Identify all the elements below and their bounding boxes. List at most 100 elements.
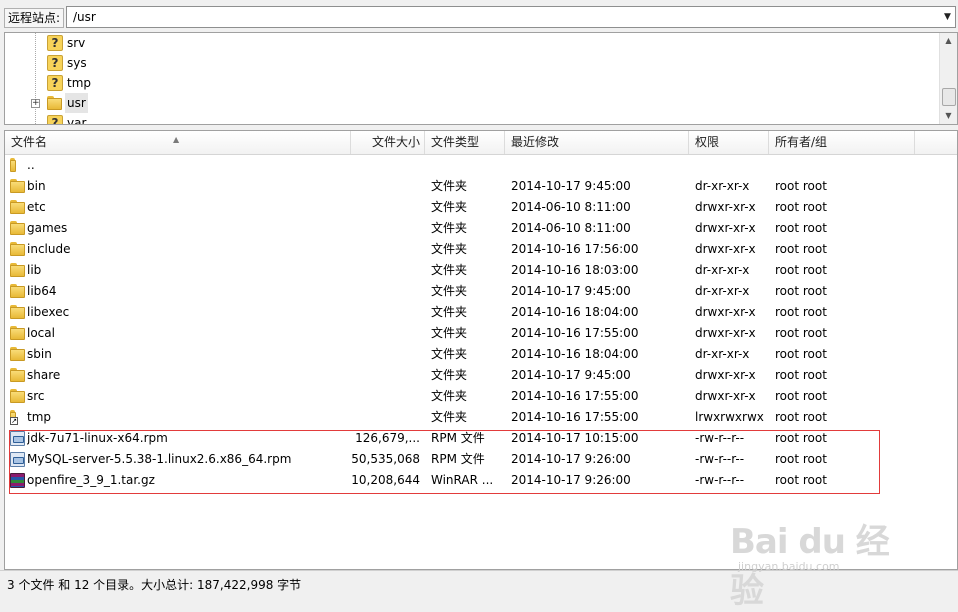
sort-ascending-icon: ▲ xyxy=(173,135,180,144)
question-folder-icon: ? xyxy=(47,55,63,71)
file-owner: root root xyxy=(775,221,827,235)
question-folder-icon: ? xyxy=(47,115,63,124)
file-size xyxy=(351,386,420,407)
column-header-type[interactable]: 文件类型 xyxy=(425,131,505,154)
column-header-permissions[interactable]: 权限 xyxy=(689,131,769,154)
scrollbar-thumb[interactable] xyxy=(942,88,956,106)
folder-icon xyxy=(10,326,25,341)
column-header-size[interactable]: 文件大小 xyxy=(351,131,425,154)
file-row[interactable]: share 文件夹 2014-10-17 9:45:00 drwxr-xr-x root… xyxy=(5,365,957,386)
file-owner: root root xyxy=(775,368,827,382)
file-type: 文件夹 xyxy=(431,326,468,340)
file-size xyxy=(351,239,420,260)
file-row[interactable]: etc 文件夹 2014-06-10 8:11:00 drwxr-xr-x root r… xyxy=(5,197,957,218)
column-header-name[interactable]: 文件名 ▲ xyxy=(5,131,351,154)
file-permissions: lrwxrwxrwx xyxy=(695,410,764,424)
file-row[interactable]: MySQL-server-5.5.38-1.linux2.6.x86_64.rp… xyxy=(5,449,957,470)
status-summary-text: 3 个文件 和 12 个目录。大小总计: 187,422,998 字节 xyxy=(7,578,302,592)
column-header-label: 文件大小 xyxy=(371,135,420,149)
scroll-down-icon[interactable]: ▼ xyxy=(940,108,957,124)
file-type: 文件夹 xyxy=(431,305,468,319)
file-type: 文件夹 xyxy=(431,368,468,382)
file-row[interactable]: ↗ tmp 文件夹 2014-10-16 17:55:00 lrwxrwxrwx root… xyxy=(5,407,957,428)
tree-item-label: usr xyxy=(65,93,88,113)
scroll-up-icon[interactable]: ▲ xyxy=(940,33,957,49)
folder-icon xyxy=(47,96,62,110)
tree-item-sys[interactable]: ? sys xyxy=(5,53,935,73)
remote-path-input[interactable] xyxy=(66,6,956,28)
folder-icon xyxy=(10,242,25,257)
tree-item-srv[interactable]: ? srv xyxy=(5,33,935,53)
file-row[interactable]: include 文件夹 2014-10-16 17:56:00 drwxr-xr-x r… xyxy=(5,239,957,260)
file-size xyxy=(351,365,420,386)
folder-icon xyxy=(10,368,25,383)
file-size xyxy=(351,344,420,365)
column-header-label: 文件名 xyxy=(11,135,48,149)
file-permissions xyxy=(695,155,771,176)
expand-plus-icon[interactable]: + xyxy=(31,99,40,108)
file-size xyxy=(351,302,420,323)
folder-icon xyxy=(10,389,25,404)
folder-icon xyxy=(10,200,25,215)
file-row[interactable]: jdk-7u71-linux-x64.rpm 126,679,... RPM 文件 2… xyxy=(5,428,957,449)
file-row[interactable]: lib64 文件夹 2014-10-17 9:45:00 dr-xr-xr-x root… xyxy=(5,281,957,302)
file-permissions: drwxr-xr-x xyxy=(695,200,756,214)
file-modified: 2014-10-16 17:55:00 xyxy=(511,326,639,340)
file-permissions: drwxr-xr-x xyxy=(695,368,756,382)
file-owner: root root xyxy=(775,242,827,256)
tree-item-var[interactable]: ? var xyxy=(5,113,935,124)
column-header-label: 文件类型 xyxy=(431,135,480,149)
file-modified: 2014-10-16 17:55:00 xyxy=(511,389,639,403)
file-size xyxy=(351,407,420,428)
file-modified: 2014-10-17 10:15:00 xyxy=(511,431,639,445)
column-header-label: 权限 xyxy=(695,135,720,149)
file-name: tmp xyxy=(27,410,52,424)
file-row[interactable]: sbin 文件夹 2014-10-16 18:04:00 dr-xr-xr-x root… xyxy=(5,344,957,365)
column-header-label: 最近修改 xyxy=(511,135,560,149)
file-modified: 2014-10-16 18:04:00 xyxy=(511,347,639,361)
column-header-modified[interactable]: 最近修改 xyxy=(505,131,689,154)
file-row[interactable]: games 文件夹 2014-06-10 8:11:00 drwxr-xr-x root… xyxy=(5,218,957,239)
file-size xyxy=(351,218,420,239)
file-name: libexec xyxy=(27,305,70,319)
tree-scrollbar[interactable]: ▲ ▼ xyxy=(939,33,957,124)
file-size: 10,208,644 xyxy=(351,473,420,487)
file-modified: 2014-10-16 17:55:00 xyxy=(511,410,639,424)
file-owner: root root xyxy=(775,410,827,424)
remote-file-list[interactable]: 文件名 ▲ 文件大小 文件类型 最近修改 权限 所有者/组 .. bin 文件夹 20… xyxy=(4,130,958,570)
file-row[interactable]: lib 文件夹 2014-10-16 18:03:00 dr-xr-xr-x root … xyxy=(5,260,957,281)
file-owner: root root xyxy=(775,347,827,361)
file-row[interactable]: .. xyxy=(5,155,957,176)
file-row[interactable]: libexec 文件夹 2014-10-16 18:04:00 drwxr-xr-x r… xyxy=(5,302,957,323)
column-header-owner[interactable]: 所有者/组 xyxy=(769,131,915,154)
column-header-label: 所有者/组 xyxy=(775,135,828,149)
folder-icon xyxy=(10,347,25,362)
file-modified: 2014-10-17 9:45:00 xyxy=(511,368,631,382)
chevron-down-icon[interactable]: ▼ xyxy=(940,7,955,27)
file-modified: 2014-10-17 9:45:00 xyxy=(511,179,631,193)
file-permissions: drwxr-xr-x xyxy=(695,326,756,340)
file-row[interactable]: openfire_3_9_1.tar.gz 10,208,644 WinRAR ..… xyxy=(5,470,957,491)
file-name: etc xyxy=(27,200,46,214)
tree-item-label: sys xyxy=(67,56,87,70)
file-type: 文件夹 xyxy=(431,242,468,256)
file-row[interactable]: local 文件夹 2014-10-16 17:55:00 drwxr-xr-x roo… xyxy=(5,323,957,344)
file-permissions: -rw-r--r-- xyxy=(695,473,745,487)
tree-item-tmp[interactable]: ? tmp xyxy=(5,73,935,93)
remote-directory-tree[interactable]: ? srv ? sys ? tmp + usr ? var ▲ ▼ xyxy=(4,32,958,125)
tree-item-usr[interactable]: + usr xyxy=(5,93,935,113)
file-modified: 2014-10-16 18:03:00 xyxy=(511,263,639,277)
file-name: bin xyxy=(27,179,46,193)
file-name: openfire_3_9_1.tar.gz xyxy=(27,473,155,487)
file-size xyxy=(351,323,420,344)
file-permissions: dr-xr-xr-x xyxy=(695,347,750,361)
file-owner: root root xyxy=(775,452,827,466)
file-modified: 2014-10-16 17:56:00 xyxy=(511,242,639,256)
file-row[interactable]: src 文件夹 2014-10-16 17:55:00 drwxr-xr-x root … xyxy=(5,386,957,407)
file-owner xyxy=(775,155,895,176)
file-permissions: drwxr-xr-x xyxy=(695,389,756,403)
question-folder-icon: ? xyxy=(47,75,63,91)
file-owner: root root xyxy=(775,389,827,403)
file-row[interactable]: bin 文件夹 2014-10-17 9:45:00 dr-xr-xr-x root r… xyxy=(5,176,957,197)
file-type: 文件夹 xyxy=(431,347,468,361)
